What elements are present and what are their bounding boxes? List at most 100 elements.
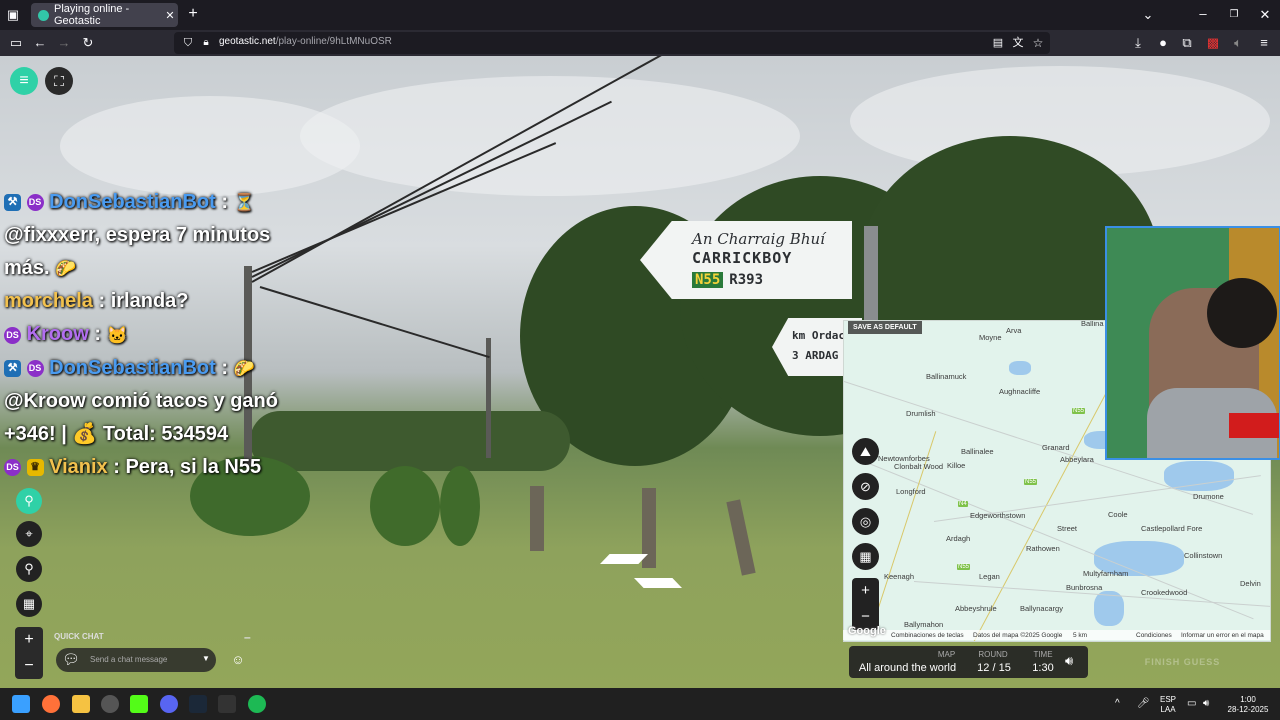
sign-national-road: N55: [692, 272, 724, 288]
map-town: Multyfarnham: [1083, 569, 1129, 578]
address-bar[interactable]: ⛉ 🔒︎ geotastic.net/play-online/9hLtMNuOS…: [174, 32, 1050, 54]
speaker-icon[interactable]: 🔊︎: [1203, 699, 1209, 709]
emoji-icon[interactable]: ☺: [226, 648, 250, 672]
crown-badge-icon: ♛: [26, 459, 44, 477]
windows-start-icon[interactable]: [12, 695, 30, 713]
chat-bubble-icon: 💬︎: [62, 651, 80, 667]
obs-icon[interactable]: [101, 695, 119, 713]
map-zoom-in-button[interactable]: +: [852, 578, 879, 604]
chat-message: ⚒ DS DonSebastianBot : ⏳ @fixxxerr, espe…: [4, 186, 294, 285]
sidebar-icon[interactable]: ▭: [9, 36, 23, 50]
lock-icon[interactable]: 🔒︎: [200, 36, 212, 50]
chat-text: @fixxxerr, espera 7 minutos más.: [4, 224, 271, 280]
microphone-icon[interactable]: 🎤︎: [1137, 699, 1150, 709]
chat-text: irlanda?: [110, 290, 189, 313]
map-town: Ballynacargy: [1020, 604, 1063, 613]
restore-icon[interactable]: ❐: [1227, 8, 1241, 22]
file-explorer-icon[interactable]: [72, 695, 90, 713]
save-as-default-button[interactable]: SAVE AS DEFAULT: [848, 321, 922, 334]
pin-location-icon[interactable]: ⚲: [16, 488, 42, 514]
volume-icon[interactable]: 🔊︎: [1065, 653, 1073, 669]
download-icon[interactable]: ⤓: [1131, 36, 1145, 50]
browser-tab-bar: ▣ Playing online - Geotastic ✕ + ⌄ – ❐ ✕: [0, 0, 1280, 30]
finish-guess-button[interactable]: FINISH GUESS: [1110, 648, 1255, 676]
shield-icon[interactable]: ⛉: [182, 36, 194, 50]
tab-list-icon[interactable]: ▣: [6, 8, 20, 22]
google-logo: Google: [848, 625, 886, 637]
map-attribution: Combinaciones de teclas Datos del mapa ©…: [843, 630, 1270, 640]
discord-icon[interactable]: [160, 695, 178, 713]
map-name: All around the world: [858, 662, 957, 674]
reader-view-icon[interactable]: ▤: [992, 36, 1004, 50]
zoom-out-button[interactable]: −: [15, 653, 43, 679]
tray-chevron-icon[interactable]: ^: [1115, 699, 1120, 709]
close-tab-icon[interactable]: ✕: [162, 9, 178, 22]
quick-chat-input[interactable]: 💬︎ Send a chat message ▼: [56, 648, 216, 672]
minimize-icon[interactable]: –: [1196, 7, 1210, 21]
clock[interactable]: 1:00 28-12-2025: [1222, 695, 1274, 715]
marker-icon[interactable]: ⚲: [16, 556, 42, 582]
menu-button[interactable]: ≡: [10, 67, 38, 95]
dashboard-icon[interactable]: ▦: [16, 591, 42, 617]
map-town: Edgeworthstown: [970, 511, 1026, 520]
map-town: Delvin: [1240, 579, 1261, 588]
chat-username: Vianix: [49, 455, 108, 478]
app-icon[interactable]: [218, 695, 236, 713]
pano-arrow-icon[interactable]: [634, 578, 682, 588]
map-town: Ballina: [1081, 320, 1104, 328]
terms-link[interactable]: Condiciones: [1136, 632, 1172, 639]
map-layout-icon[interactable]: ▦: [852, 543, 879, 570]
map-town: Ballinamuck: [926, 372, 967, 381]
streaming-app-icon[interactable]: [130, 695, 148, 713]
set-location-icon[interactable]: ⌖: [16, 521, 42, 547]
sign-irish-name: An Charraig Bhuí: [692, 230, 825, 248]
firefox-icon[interactable]: [42, 695, 60, 713]
tab-geotastic[interactable]: Playing online - Geotastic ✕: [31, 3, 178, 27]
quick-chat-header: QUICK CHAT –: [54, 630, 254, 644]
language-indicator[interactable]: ESP LAA: [1156, 695, 1180, 715]
map-town: Street: [1057, 524, 1078, 533]
chat-username: DonSebastianBot: [49, 191, 216, 213]
taco-emote-icon: 🌮: [233, 358, 255, 378]
mute-icon[interactable]: 🔈︎: [1231, 36, 1245, 50]
dropdown-icon[interactable]: ▼: [202, 654, 210, 663]
pano-arrow-icon[interactable]: [600, 554, 648, 564]
back-arrow-icon[interactable]: ←: [33, 36, 47, 50]
keyboard-shortcuts-link[interactable]: Combinaciones de teclas: [891, 632, 964, 639]
fullscreen-button[interactable]: ⛶: [45, 67, 73, 95]
chat-text: @Kroow comió tacos y ganó +346! | 💰 Tota…: [4, 389, 278, 445]
account-icon[interactable]: ●: [1156, 36, 1170, 50]
spotify-icon[interactable]: [248, 695, 266, 713]
steam-icon[interactable]: [189, 695, 207, 713]
url-domain: geotastic.net: [219, 36, 276, 47]
zoom-in-button[interactable]: +: [15, 627, 43, 653]
map-town: Rathowen: [1026, 544, 1060, 553]
extensions-icon[interactable]: ⧉: [1180, 36, 1194, 50]
center-location-icon[interactable]: ◎: [852, 508, 879, 535]
bookmark-star-icon[interactable]: ☆: [1032, 36, 1044, 50]
streamer-webcam: [1105, 226, 1280, 460]
new-tab-icon[interactable]: +: [186, 6, 200, 22]
collapse-icon[interactable]: –: [244, 630, 251, 644]
sign-english-name: CARRICKBOY: [692, 249, 793, 267]
road-sign-carrickboy: An Charraig Bhuí CARRICKBOY N55 R393: [640, 221, 852, 299]
translate-icon[interactable]: 文: [1012, 36, 1024, 50]
map-town: Coole: [1108, 510, 1128, 519]
time-value: 1:30: [1032, 662, 1054, 674]
close-window-icon[interactable]: ✕: [1258, 8, 1272, 22]
map-town: Ballymahon: [904, 620, 944, 629]
app-menu-icon[interactable]: ≡: [1257, 36, 1271, 50]
chevron-down-icon[interactable]: ⌄: [1141, 8, 1155, 22]
hide-labels-icon[interactable]: ⊘: [852, 473, 879, 500]
sign-roads: N55 R393: [692, 272, 763, 288]
extension-badge-icon[interactable]: ▩: [1206, 36, 1220, 50]
terrain-icon[interactable]: ⛰: [852, 438, 879, 465]
reload-icon[interactable]: ↻: [81, 36, 95, 50]
quick-chat-title: QUICK CHAT: [54, 632, 104, 641]
report-error-link[interactable]: Informar un error en el mapa: [1181, 632, 1264, 639]
forward-arrow-icon[interactable]: →: [57, 36, 71, 50]
map-town: Ardagh: [946, 534, 971, 543]
map-town: Castlepollard Fore: [1141, 524, 1203, 533]
network-icon[interactable]: ▭: [1187, 699, 1196, 709]
map-town: Crookedwood: [1141, 588, 1188, 597]
